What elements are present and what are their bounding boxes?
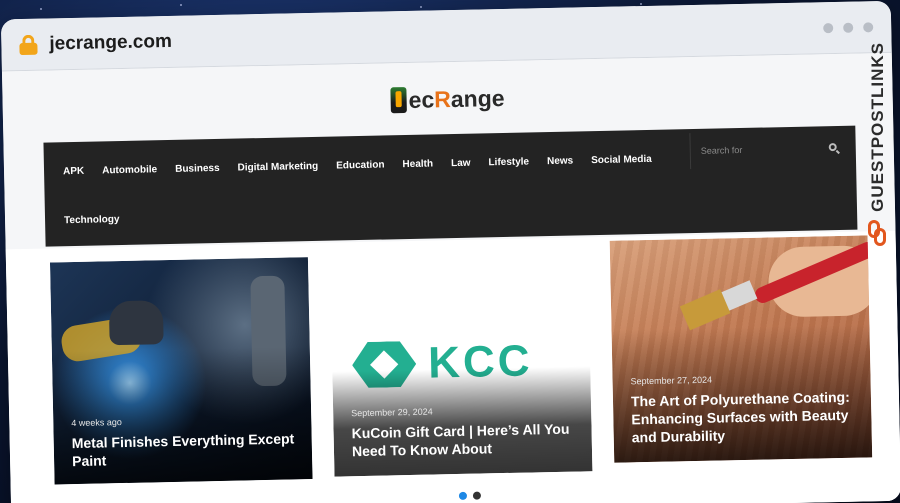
logo-text-end: ange: [450, 84, 505, 112]
nav-item-news[interactable]: News: [538, 149, 583, 173]
window-controls: [823, 21, 874, 33]
nav-item-law[interactable]: Law: [442, 151, 480, 175]
nav-item-lifestyle[interactable]: Lifestyle: [479, 150, 538, 174]
site-logo[interactable]: ec R ange: [390, 81, 505, 117]
post-card-kucoin[interactable]: KCC September 29, 2024 KuCoin Gift Card …: [331, 321, 593, 477]
post-date: September 29, 2024: [351, 406, 433, 419]
star: [180, 4, 182, 6]
logo-text-accent: R: [433, 85, 452, 112]
search-box: [689, 129, 851, 170]
post-title[interactable]: Metal Finishes Everything Except Paint: [72, 429, 299, 470]
post-card-polyurethane[interactable]: September 27, 2024 The Art of Polyuretha…: [609, 235, 873, 463]
chain-link-icon: [868, 219, 888, 246]
nav-item-technology[interactable]: Technology: [55, 208, 129, 233]
window-dot-icon[interactable]: [863, 21, 874, 32]
window-dot-icon[interactable]: [823, 22, 834, 33]
post-card-metal-finishes[interactable]: 4 weeks ago Metal Finishes Everything Ex…: [49, 257, 313, 485]
post-date: 4 weeks ago: [71, 417, 122, 429]
star: [40, 8, 42, 10]
search-icon[interactable]: [828, 142, 840, 154]
nav-menu: APK Automobile Business Digital Marketin…: [54, 147, 695, 232]
slider-dot-1[interactable]: [458, 491, 468, 500]
web-page: ec R ange APK Automobile Business Digita…: [1, 52, 900, 503]
nav-item-apk[interactable]: APK: [54, 160, 94, 184]
post-title[interactable]: The Art of Polyurethane Coating: Enhanci…: [631, 388, 858, 447]
window-dot-icon[interactable]: [843, 22, 854, 33]
post-date: September 27, 2024: [630, 374, 713, 387]
featured-slider: 4 weeks ago Metal Finishes Everything Ex…: [5, 230, 900, 503]
search-input[interactable]: [700, 143, 829, 156]
logo-text-start: ec: [408, 85, 435, 113]
star: [640, 3, 642, 5]
nav-item-social-media[interactable]: Social Media: [582, 148, 661, 173]
star: [420, 6, 422, 8]
nav-item-automobile[interactable]: Automobile: [93, 158, 166, 183]
slider-dot-2[interactable]: [472, 491, 482, 500]
lock-icon: [19, 34, 38, 55]
main-navigation: APK Automobile Business Digital Marketin…: [43, 125, 858, 247]
nav-item-digital-marketing[interactable]: Digital Marketing: [228, 155, 327, 180]
url-text[interactable]: jecrange.com: [49, 30, 172, 55]
nav-item-education[interactable]: Education: [327, 153, 394, 177]
post-title[interactable]: KuCoin Gift Card | Here’s All You Need T…: [351, 419, 578, 460]
nav-item-health[interactable]: Health: [393, 152, 442, 176]
logo-j-icon: [390, 87, 407, 114]
nav-item-business[interactable]: Business: [166, 157, 229, 181]
browser-window: jecrange.com ec R ange APK Automobile Bu…: [0, 0, 900, 503]
guestpostlinks-badge: GUESTPOSTLINKS: [862, 42, 894, 272]
slider-pagination: [458, 491, 482, 500]
badge-text: GUESTPOSTLINKS: [868, 42, 887, 212]
